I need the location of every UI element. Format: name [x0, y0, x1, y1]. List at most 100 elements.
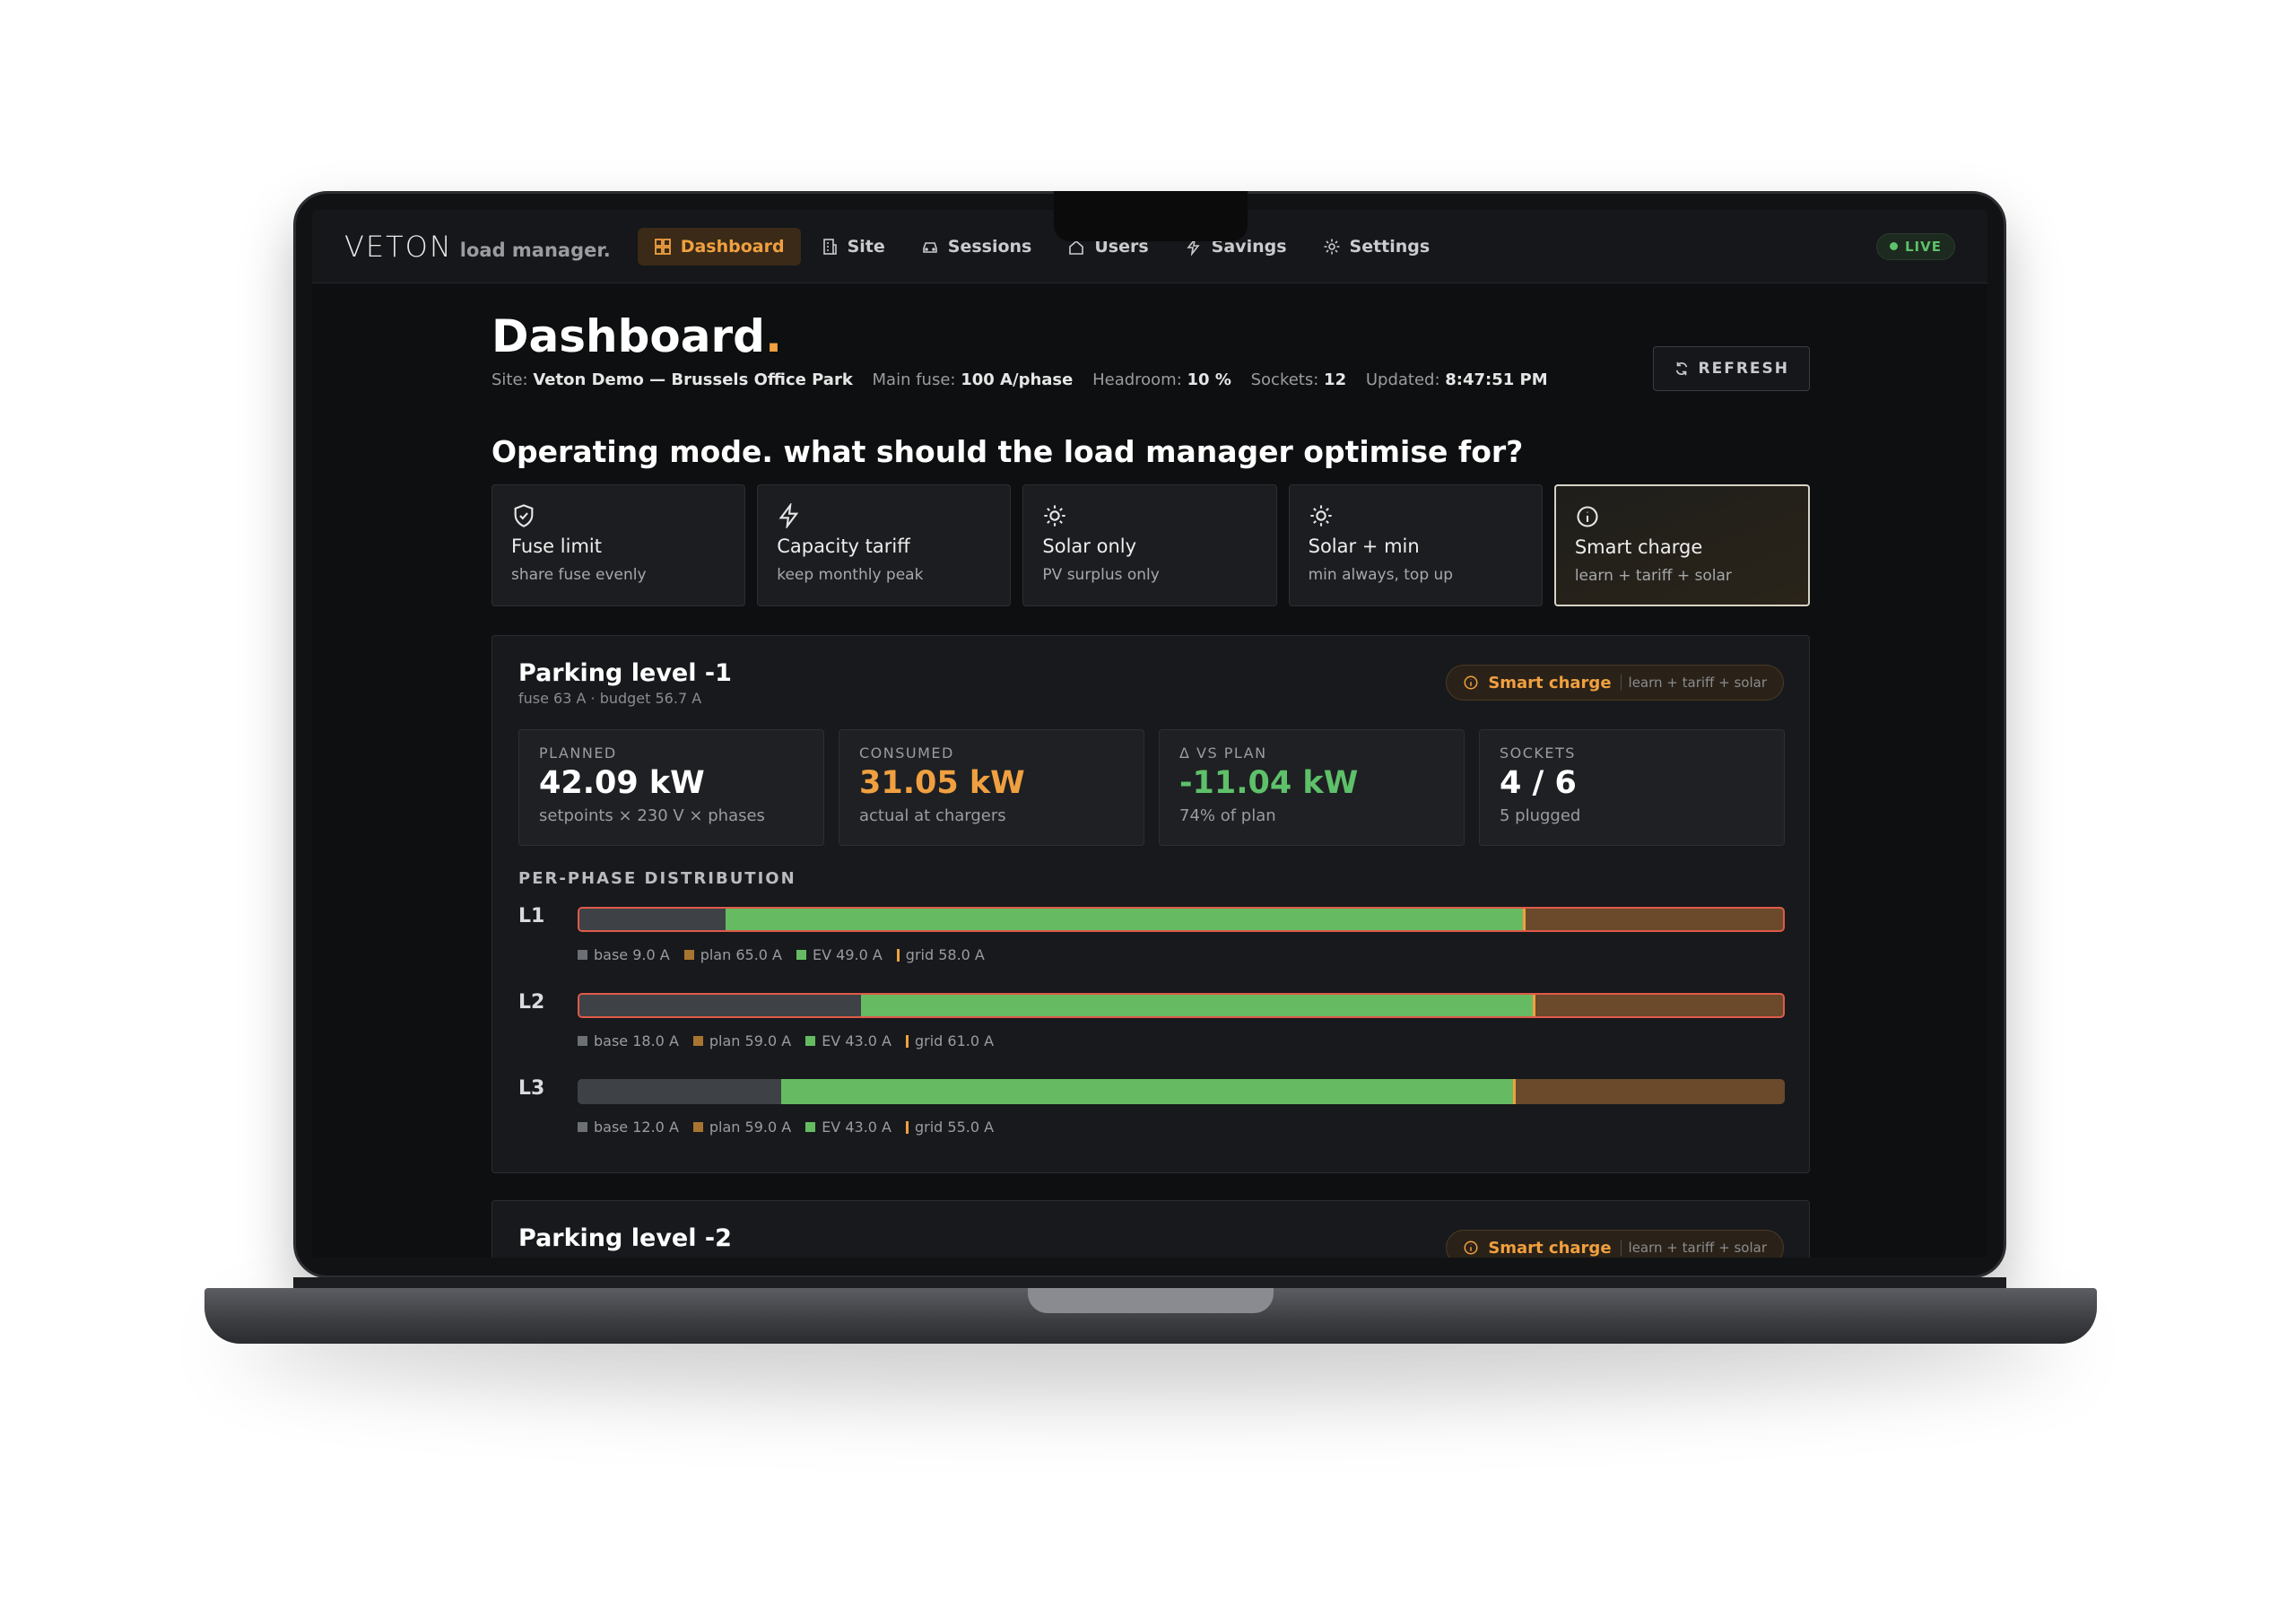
nav-item-dashboard[interactable]: Dashboard [637, 227, 801, 266]
shield-icon [514, 504, 534, 527]
live-status-badge: LIVE [1876, 232, 1955, 260]
page-title-dot: . [764, 310, 782, 362]
phase-row-l3: L3 base 12.0 A plan 59.0 A EV 43.0 A gri… [518, 1077, 1785, 1149]
info-icon [1577, 506, 1598, 527]
phase-legend: base 9.0 A plan 65.0 A EV 49.0 A grid 58… [578, 946, 985, 963]
refresh-button[interactable]: REFRESH [1652, 346, 1810, 391]
nav-label: Sessions [947, 236, 1032, 257]
updated-label: Updated: [1365, 370, 1440, 389]
stat-sockets: SOCKETS 4 / 6 5 plugged [1479, 729, 1785, 846]
parking-card: Parking level -1 fuse 63 A · budget 56.7… [491, 635, 1810, 1173]
mode-label: Fuse limit [511, 535, 602, 557]
dashboard-icon [654, 238, 671, 255]
nav-item-settings[interactable]: Settings [1307, 228, 1447, 266]
headroom-label: Headroom: [1092, 370, 1182, 389]
operating-mode-options: Fuse limit share fuse evenly Capacity ta… [491, 484, 1811, 606]
mode-fuse-limit[interactable]: Fuse limit share fuse evenly [491, 484, 746, 606]
page-title-text: Dashboard [491, 310, 765, 362]
stat-label: CONSUMED [859, 744, 954, 762]
stat-consumed: CONSUMED 31.05 kW actual at chargers [839, 729, 1144, 846]
phase-base-segment [579, 995, 861, 1016]
refresh-label: REFRESH [1698, 360, 1789, 378]
legend-grid: grid 55.0 A [905, 1119, 994, 1136]
stat-planned: PLANNED 42.09 kW setpoints × 230 V × pha… [518, 729, 824, 846]
mode-pill-desc: learn + tariff + solar [1620, 675, 1767, 691]
fuse-label: Main fuse: [872, 370, 956, 389]
mode-desc: keep monthly peak [777, 566, 924, 584]
stat-label: PLANNED [539, 744, 617, 762]
parking-stats: PLANNED 42.09 kW setpoints × 230 V × pha… [518, 729, 1785, 846]
site-meta: Site: Veton Demo — Brussels Office Park … [491, 370, 1548, 389]
mode-smart-charge[interactable]: Smart charge learn + tariff + solar [1553, 484, 1811, 606]
building-icon [822, 238, 837, 255]
mode-capacity-tariff[interactable]: Capacity tariff keep monthly peak [757, 484, 1012, 606]
legend-base: base 18.0 A [578, 1032, 679, 1049]
updated-value: 8:47:51 PM [1445, 370, 1548, 389]
legend-grid: grid 61.0 A [905, 1032, 994, 1049]
stat-value: 31.05 kW [859, 765, 1025, 801]
sun-icon [1044, 505, 1066, 527]
nav-item-site[interactable]: Site [804, 228, 901, 266]
fuse-value: 100 A/phase [961, 370, 1074, 389]
nav-item-sessions[interactable]: Sessions [905, 228, 1048, 266]
bolt-icon [778, 503, 799, 528]
phase-row-l2: L2 base 18.0 A plan 59.0 A EV 43.0 A gri… [518, 991, 1785, 1063]
info-icon [1464, 675, 1478, 690]
legend-plan: plan 59.0 A [692, 1119, 791, 1136]
mode-pill-label: Smart charge [1488, 1238, 1612, 1258]
app-screen: VETON load manager. Dashboard Site Sessi… [312, 210, 1987, 1258]
legend-ev: EV 43.0 A [805, 1032, 891, 1049]
headroom-value: 10 % [1187, 370, 1231, 389]
stat-value: 4 / 6 [1500, 765, 1577, 801]
phase-label: L2 [518, 991, 545, 1014]
mode-desc: share fuse evenly [511, 566, 647, 584]
phase-base-segment [578, 1079, 782, 1104]
info-icon [1464, 1241, 1478, 1255]
legend-base: base 12.0 A [578, 1119, 679, 1136]
mode-solar-min[interactable]: Solar + min min always, top up [1288, 484, 1543, 606]
live-label: LIVE [1905, 238, 1942, 255]
site-label: Site: [491, 370, 528, 389]
parking-mode-pill[interactable]: Smart charge learn + tariff + solar [1446, 665, 1784, 701]
legend-ev: EV 49.0 A [796, 946, 883, 963]
phase-ev-segment [781, 1079, 1513, 1104]
legend-ev: EV 43.0 A [805, 1119, 891, 1136]
refresh-icon [1675, 361, 1687, 376]
stat-sub: actual at chargers [859, 806, 1006, 825]
phase-grid-marker [1522, 909, 1526, 930]
legend-plan: plan 65.0 A [683, 946, 782, 963]
phase-bar [578, 907, 1785, 932]
phase-grid-marker [1512, 1079, 1516, 1104]
brand-logo[interactable]: VETON load manager. [344, 230, 611, 264]
parking-mode-pill[interactable]: Smart charge learn + tariff + solar [1446, 1230, 1784, 1258]
phase-bar [578, 993, 1785, 1018]
phase-ev-segment [860, 995, 1534, 1016]
nav-label: Settings [1349, 236, 1431, 257]
stat-value: -11.04 kW [1179, 765, 1359, 801]
stat-label: Δ VS PLAN [1179, 744, 1267, 762]
phase-label: L1 [518, 905, 545, 927]
mode-desc: min always, top up [1308, 566, 1454, 584]
stat-sub: 74% of plan [1179, 806, 1276, 825]
parking-title: Parking level -1 [518, 659, 732, 687]
car-icon [922, 241, 937, 253]
stat-delta-vs-plan: Δ VS PLAN -11.04 kW 74% of plan [1159, 729, 1465, 846]
gear-icon [1324, 239, 1340, 254]
phase-grid-marker [1533, 995, 1536, 1016]
nav-label: Site [847, 236, 885, 257]
nav-label: Dashboard [680, 236, 785, 257]
phase-base-segment [579, 909, 726, 930]
stat-value: 42.09 kW [539, 765, 705, 801]
legend-plan: plan 59.0 A [692, 1032, 791, 1049]
stat-label: SOCKETS [1500, 744, 1576, 762]
mode-label: Solar + min [1308, 535, 1420, 557]
live-dot-icon [1890, 242, 1898, 250]
mode-solar-only[interactable]: Solar only PV surplus only [1022, 484, 1277, 606]
operating-mode-title: Operating mode. what should the load man… [491, 434, 1524, 469]
brand-name: VETON [344, 229, 453, 264]
phase-legend: base 18.0 A plan 59.0 A EV 43.0 A grid 6… [578, 1032, 994, 1049]
distribution-title: PER-PHASE DISTRIBUTION [518, 869, 796, 888]
sockets-value: 12 [1324, 370, 1347, 389]
mode-label: Smart charge [1574, 536, 1703, 558]
legend-base: base 9.0 A [578, 946, 670, 963]
